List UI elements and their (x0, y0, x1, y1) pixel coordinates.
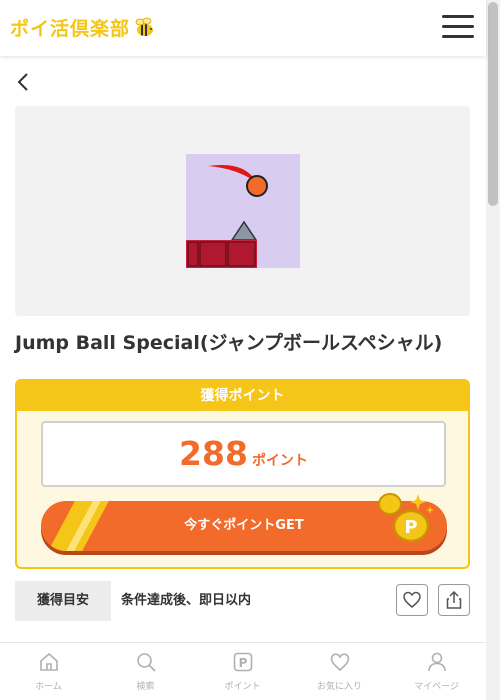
nav-item-home[interactable]: ホーム (0, 643, 97, 700)
search-icon (136, 653, 156, 672)
nav-label-home: ホーム (35, 682, 62, 692)
svg-text:P: P (238, 656, 247, 670)
points-number: 288 (179, 434, 248, 473)
nav-item-mypage[interactable]: マイページ (388, 643, 485, 700)
nav-label-mypage: マイページ (414, 682, 459, 692)
back-chevron-icon[interactable] (12, 70, 36, 94)
coins-icon: P (378, 493, 434, 543)
heart-icon (330, 653, 349, 672)
site-logo[interactable]: ポイ活倶楽部 (10, 14, 156, 41)
points-value-box: 288 ポイント (41, 421, 446, 487)
scrollbar-thumb[interactable] (488, 2, 498, 206)
criteria-label: 獲得目安 (15, 581, 111, 621)
hamburger-menu-icon[interactable] (442, 14, 474, 40)
points-unit: ポイント (251, 453, 308, 469)
points-heading: 獲得ポイント (17, 381, 468, 411)
point-icon: P (233, 652, 252, 672)
share-button[interactable] (438, 584, 470, 616)
home-icon (39, 652, 58, 671)
game-title: Jump Ball Special(ジャンプボールスペシャル) (15, 332, 443, 354)
nav-label-points: ポイント (224, 682, 261, 692)
nav-item-favorites[interactable]: お気に入り (291, 643, 388, 700)
logo-text: ポイ活倶楽部 (10, 18, 131, 40)
favorite-button[interactable] (396, 584, 428, 616)
nav-item-points[interactable]: P ポイント (194, 643, 291, 700)
bottom-navigation: ホーム 検索 P ポイント お気に入り マイページ (0, 642, 486, 700)
nav-item-search[interactable]: 検索 (97, 643, 194, 700)
game-thumbnail-image (186, 154, 300, 268)
heart-icon (403, 591, 421, 608)
svg-text:P: P (404, 517, 417, 538)
nav-label-search: 検索 (136, 682, 155, 692)
criteria-value: 条件達成後、即日以内 (121, 593, 252, 608)
app-header: ポイ活倶楽部 (0, 0, 486, 56)
nav-label-favorites: お気に入り (316, 682, 362, 692)
share-icon (446, 590, 462, 609)
bee-icon (135, 17, 154, 36)
user-icon (427, 652, 446, 672)
